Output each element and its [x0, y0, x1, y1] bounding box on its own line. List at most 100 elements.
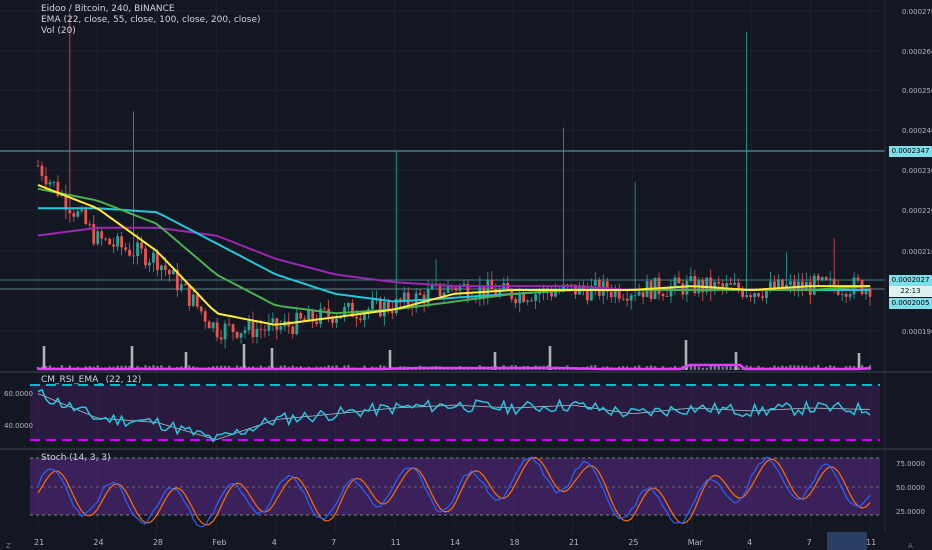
chart-canvas[interactable]: 0.0002700 0.0002600 0.0002500 0.0002400 … — [0, 0, 932, 550]
candle-body — [534, 294, 538, 301]
candle-body — [844, 293, 848, 297]
candle-body — [80, 209, 84, 212]
candle-body — [550, 292, 553, 297]
candle-body — [749, 295, 752, 298]
candle-body — [223, 323, 227, 340]
candle-body — [689, 276, 693, 281]
volume-bar — [737, 367, 740, 370]
rsi-axis[interactable]: 60.0000 40.0000 — [4, 390, 33, 430]
candle-body — [120, 236, 123, 248]
candle-body — [235, 331, 239, 338]
time-tick: 4 — [747, 538, 752, 547]
price-tick: 0.0002400 — [902, 127, 932, 135]
candle-body — [195, 294, 199, 307]
candle-body — [347, 303, 350, 307]
rsi-pane-title[interactable]: CM_RSI_EMA_ (22, 12) — [41, 375, 141, 385]
candle-body — [215, 322, 219, 338]
candle-body — [828, 278, 832, 280]
ema-legend[interactable]: EMA (22, close, 55, close, 100, close, 2… — [41, 15, 261, 26]
time-axis[interactable]: 21 24 28 Feb 4 7 11 14 18 21 25 Mar 4 7 11 — [0, 532, 932, 550]
candle-body — [820, 277, 824, 280]
chart-legend: Eidoo / Bitcoin, 240, BINANCE EMA (22, c… — [41, 4, 261, 37]
candle-body — [530, 300, 534, 302]
symbol-title[interactable]: Eidoo / Bitcoin, 240, BINANCE — [41, 4, 261, 15]
candle-body — [625, 298, 629, 301]
countdown-highlight — [827, 532, 867, 550]
candle-body — [156, 252, 159, 271]
candle-body — [406, 292, 410, 305]
candle-body — [621, 298, 625, 300]
candle-body — [585, 290, 589, 301]
candle-body — [800, 281, 804, 289]
price-tick: 0.0002700 — [902, 8, 932, 16]
time-tick: 24 — [93, 538, 103, 547]
volume-legend[interactable]: Vol (20) — [41, 26, 261, 37]
stoch-axis[interactable]: 75.0000 50.0000 25.0000 — [896, 460, 925, 516]
candle-body — [848, 294, 852, 297]
grid-lines — [0, 0, 885, 532]
candle-body — [665, 296, 669, 297]
candle-body — [140, 242, 143, 249]
time-tick: Mar — [688, 538, 704, 547]
candle-body — [179, 284, 183, 291]
time-tick: 11 — [391, 538, 401, 547]
candle-body — [390, 311, 394, 314]
candle-body — [629, 295, 633, 301]
stoch-pane-title[interactable]: Stoch (14, 3, 3) — [41, 453, 111, 463]
candle-body — [92, 224, 96, 244]
low-price-tag: 0.0002005 — [889, 298, 932, 309]
candle-body — [593, 280, 597, 286]
candle-body — [108, 238, 112, 245]
candle-body — [761, 296, 764, 298]
candle-body — [76, 211, 80, 217]
stoch-pane[interactable] — [30, 456, 880, 528]
candle-body — [378, 298, 382, 317]
candle-body — [554, 291, 557, 297]
time-tick: 14 — [450, 538, 460, 547]
rsi-pane[interactable] — [30, 384, 880, 443]
time-tick: 7 — [331, 538, 336, 547]
candle-body — [717, 282, 721, 284]
candle-body — [279, 326, 283, 330]
volume-bar — [734, 352, 738, 370]
candle-body — [40, 165, 44, 176]
candle-body — [112, 244, 116, 247]
time-tick: 25 — [628, 538, 638, 547]
volume-bar — [721, 366, 724, 370]
candle-body — [259, 328, 263, 330]
price-tick: 0.0002100 — [902, 248, 932, 256]
candle-body — [243, 330, 247, 334]
candle-body — [430, 285, 434, 290]
candle-body — [745, 295, 748, 297]
stoch-tick: 25.0000 — [896, 508, 925, 516]
candle-body — [355, 316, 358, 319]
stoch-tick: 75.0000 — [896, 460, 925, 468]
candle-body — [335, 318, 338, 323]
candle-body — [116, 236, 120, 247]
candle-body — [753, 293, 756, 298]
zoom-toggle[interactable]: Z — [6, 542, 11, 550]
candle-body — [203, 311, 207, 322]
candle-body — [307, 310, 311, 321]
volume-bar — [548, 346, 552, 370]
auto-scale-toggle[interactable]: A — [908, 542, 913, 550]
candle-body — [295, 312, 299, 335]
last-price-tag: 0.0002027 — [889, 275, 932, 286]
candle-body — [68, 209, 72, 214]
high-price-tag: 0.0002347 — [889, 146, 932, 157]
candle-body — [211, 322, 215, 329]
candle-body — [187, 285, 191, 306]
candle-body — [816, 275, 820, 280]
time-tick: 18 — [509, 538, 519, 547]
candle-body — [167, 269, 171, 275]
candle-body — [199, 306, 203, 312]
time-tick: Feb — [212, 538, 226, 547]
volume-bar — [42, 346, 46, 370]
candle-body — [721, 283, 725, 287]
price-tick: 0.0002200 — [902, 207, 932, 215]
price-pane[interactable] — [0, 13, 885, 377]
candle-body — [657, 277, 661, 295]
candle-body — [72, 213, 76, 217]
volume-bar — [130, 346, 134, 370]
candle-body — [247, 320, 251, 331]
